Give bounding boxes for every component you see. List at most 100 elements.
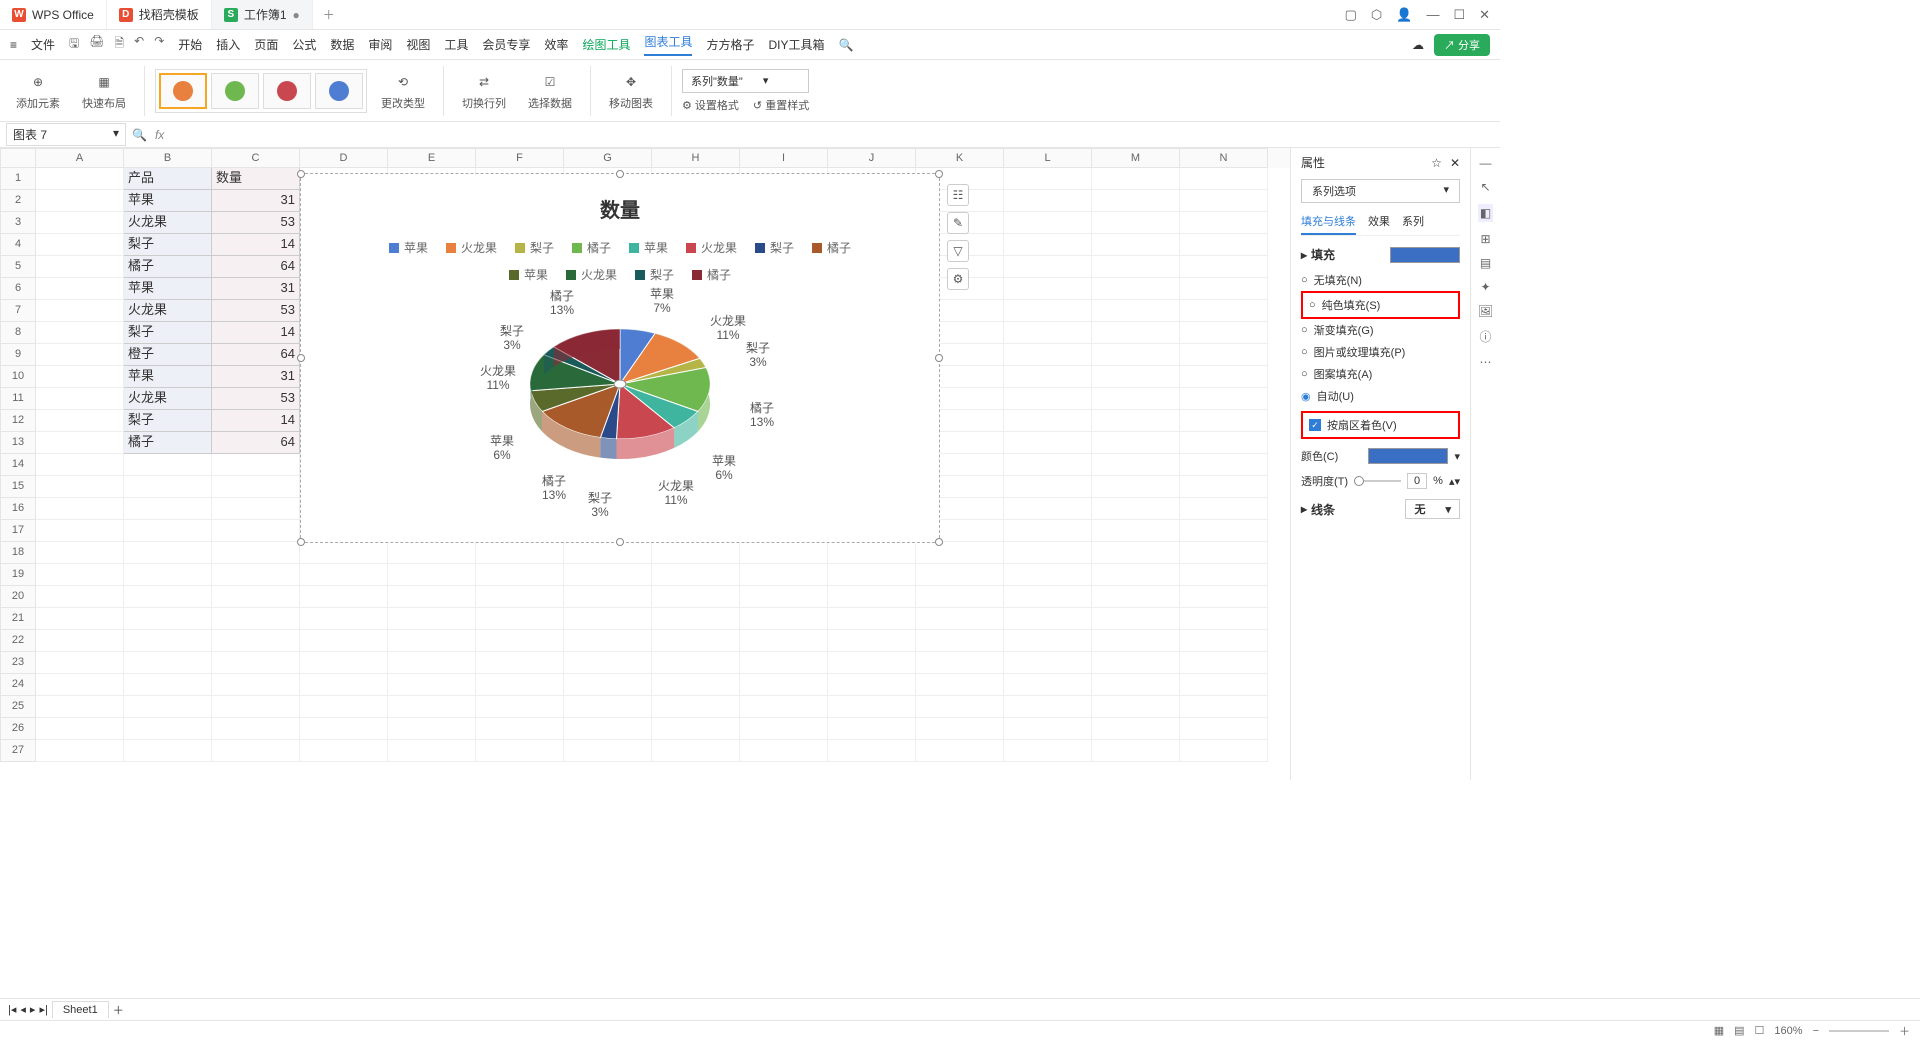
cell[interactable] bbox=[124, 674, 212, 696]
cell[interactable] bbox=[476, 718, 564, 740]
cell[interactable] bbox=[564, 542, 652, 564]
cell[interactable] bbox=[476, 542, 564, 564]
cell[interactable] bbox=[1004, 388, 1092, 410]
legend-item[interactable]: 橘子 bbox=[572, 239, 611, 256]
cell[interactable] bbox=[1092, 718, 1180, 740]
spreadsheet[interactable]: ABCDEFGHIJKLMN 1产品数量2苹果313火龙果534梨子145橘子6… bbox=[0, 148, 1290, 780]
search-icon[interactable]: 🔍 bbox=[839, 38, 854, 52]
series-option-dropdown[interactable]: 系列选项▾ bbox=[1301, 179, 1460, 203]
cell[interactable] bbox=[1180, 432, 1268, 454]
row-header[interactable]: 19 bbox=[0, 564, 36, 586]
cell[interactable] bbox=[1004, 300, 1092, 322]
legend-item[interactable]: 梨子 bbox=[635, 266, 674, 283]
row-header[interactable]: 17 bbox=[0, 520, 36, 542]
menu-data[interactable]: 数据 bbox=[330, 36, 354, 53]
cell[interactable] bbox=[828, 586, 916, 608]
cell[interactable]: 苹果 bbox=[124, 190, 212, 212]
cell[interactable] bbox=[1180, 278, 1268, 300]
checkbox-color-by-slice[interactable]: ✓按扇区着色(V) bbox=[1309, 414, 1452, 436]
cell[interactable]: 橙子 bbox=[124, 344, 212, 366]
cell[interactable] bbox=[1092, 740, 1180, 762]
cell[interactable] bbox=[564, 652, 652, 674]
cell[interactable] bbox=[212, 520, 300, 542]
fill-section-title[interactable]: ▸ 填充 bbox=[1301, 246, 1460, 263]
zoom-value[interactable]: 160% bbox=[1774, 1025, 1802, 1037]
legend-item[interactable]: 橘子 bbox=[812, 239, 851, 256]
tab-prev-icon[interactable]: ◂ bbox=[20, 1003, 26, 1016]
cell[interactable] bbox=[1004, 674, 1092, 696]
legend-item[interactable]: 梨子 bbox=[515, 239, 554, 256]
cell[interactable] bbox=[652, 696, 740, 718]
cell[interactable] bbox=[1092, 542, 1180, 564]
cell[interactable] bbox=[1180, 564, 1268, 586]
cell[interactable] bbox=[388, 674, 476, 696]
cell[interactable] bbox=[300, 696, 388, 718]
cell[interactable] bbox=[1004, 190, 1092, 212]
cell[interactable] bbox=[388, 718, 476, 740]
cell[interactable]: 梨子 bbox=[124, 322, 212, 344]
cell[interactable] bbox=[1004, 718, 1092, 740]
row-header[interactable]: 22 bbox=[0, 630, 36, 652]
cell[interactable] bbox=[36, 586, 124, 608]
cell[interactable] bbox=[36, 476, 124, 498]
select-data-icon[interactable]: ☑ bbox=[539, 71, 561, 93]
radio-auto-fill[interactable]: ◉自动(U) bbox=[1301, 385, 1460, 407]
menu-start[interactable]: 开始 bbox=[178, 36, 202, 53]
chart-object[interactable]: 数量 苹果火龙果梨子橘子苹果火龙果梨子橘子苹果火龙果梨子橘子 苹果7%火龙果11… bbox=[300, 173, 940, 543]
pie-chart[interactable]: 苹果7%火龙果11%梨子3%橘子13%苹果6%火龙果11%梨子3%橘子13%苹果… bbox=[500, 299, 740, 479]
save-icon[interactable]: 🖫 bbox=[69, 34, 79, 55]
menu-ham-icon[interactable]: ≡ bbox=[10, 38, 17, 52]
cell[interactable] bbox=[1092, 366, 1180, 388]
cell[interactable] bbox=[1004, 564, 1092, 586]
cell[interactable] bbox=[388, 652, 476, 674]
cell[interactable] bbox=[1180, 498, 1268, 520]
text-icon[interactable]: ⊞ bbox=[1480, 232, 1490, 246]
cloud-icon[interactable]: ☁ bbox=[1412, 38, 1424, 52]
cell[interactable]: 橘子 bbox=[124, 256, 212, 278]
radio-solid-fill[interactable]: ○纯色填充(S) bbox=[1309, 294, 1452, 316]
name-box[interactable]: 图表 7▾ bbox=[6, 123, 126, 146]
cell[interactable] bbox=[1180, 168, 1268, 190]
line-section-title[interactable]: ▸ 线条 无▾ bbox=[1301, 499, 1460, 519]
cell[interactable]: 53 bbox=[212, 388, 300, 410]
row-header[interactable]: 2 bbox=[0, 190, 36, 212]
row-header[interactable]: 25 bbox=[0, 696, 36, 718]
cell[interactable] bbox=[476, 696, 564, 718]
view-normal-icon[interactable]: ▦ bbox=[1714, 1024, 1724, 1037]
cell[interactable] bbox=[564, 586, 652, 608]
cell[interactable] bbox=[36, 740, 124, 762]
cell[interactable] bbox=[36, 542, 124, 564]
cell[interactable] bbox=[212, 542, 300, 564]
cell[interactable] bbox=[36, 630, 124, 652]
cell[interactable] bbox=[1004, 608, 1092, 630]
cell[interactable] bbox=[1092, 476, 1180, 498]
cell[interactable] bbox=[1004, 520, 1092, 542]
cell[interactable] bbox=[1092, 498, 1180, 520]
quick-layout-icon[interactable]: ▦ bbox=[93, 71, 115, 93]
cell[interactable] bbox=[916, 608, 1004, 630]
cell[interactable] bbox=[652, 608, 740, 630]
row-header[interactable]: 7 bbox=[0, 300, 36, 322]
zoom-out-icon[interactable]: − bbox=[1813, 1025, 1819, 1037]
cell[interactable] bbox=[1092, 322, 1180, 344]
cell[interactable] bbox=[36, 344, 124, 366]
cell[interactable] bbox=[124, 652, 212, 674]
cell[interactable]: 梨子 bbox=[124, 234, 212, 256]
cell[interactable] bbox=[1092, 344, 1180, 366]
chart-settings-icon[interactable]: ⚙ bbox=[947, 268, 969, 290]
cell[interactable] bbox=[212, 454, 300, 476]
cell[interactable] bbox=[124, 498, 212, 520]
col-header[interactable]: E bbox=[388, 148, 476, 168]
cell[interactable] bbox=[916, 740, 1004, 762]
radio-no-fill[interactable]: ○无填充(N) bbox=[1301, 269, 1460, 291]
cell[interactable] bbox=[740, 630, 828, 652]
col-header[interactable]: B bbox=[124, 148, 212, 168]
redo-icon[interactable]: ↷ bbox=[154, 34, 164, 55]
cell[interactable] bbox=[652, 674, 740, 696]
cell[interactable] bbox=[1092, 300, 1180, 322]
cell[interactable] bbox=[916, 652, 1004, 674]
cell[interactable] bbox=[1092, 630, 1180, 652]
cell[interactable] bbox=[1180, 608, 1268, 630]
chart-style-gallery[interactable] bbox=[155, 69, 367, 113]
cell[interactable] bbox=[476, 564, 564, 586]
